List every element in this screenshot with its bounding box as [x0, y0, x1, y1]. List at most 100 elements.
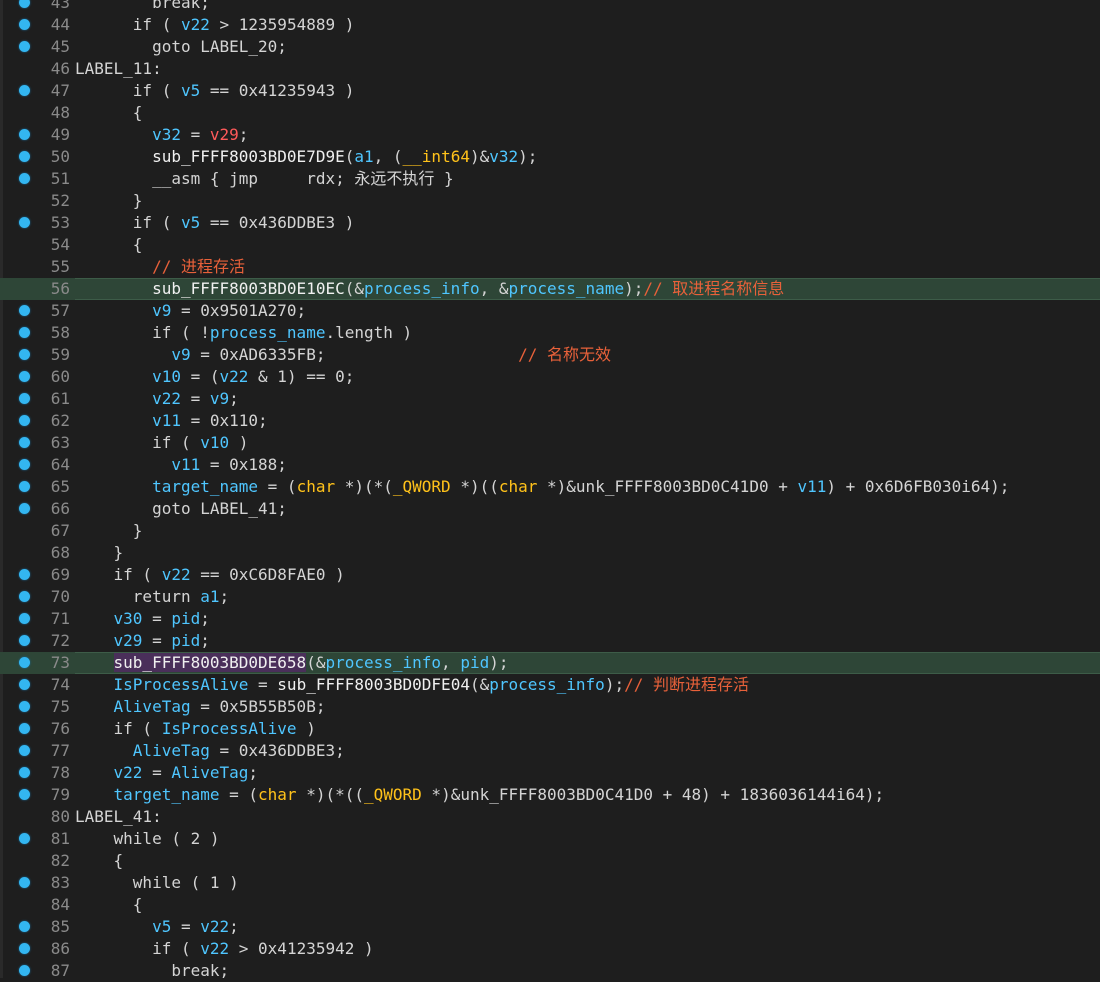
code-token[interactable]: if (: [133, 15, 181, 34]
code-token[interactable]: if (: [152, 433, 200, 452]
code-token[interactable]: [75, 389, 152, 408]
code-token[interactable]: = 0x436DDBE3;: [210, 741, 344, 760]
code-token[interactable]: v22: [220, 367, 249, 386]
code-token[interactable]: );: [518, 147, 537, 166]
code-token[interactable]: AliveTag: [114, 697, 191, 716]
code-token[interactable]: v9: [152, 301, 171, 320]
code-token[interactable]: v10: [200, 433, 229, 452]
code-token[interactable]: = (: [258, 477, 297, 496]
code-token[interactable]: process_info: [325, 653, 441, 672]
code-token[interactable]: while ( 1 ): [133, 873, 239, 892]
code-token[interactable]: {: [114, 851, 124, 870]
code-token[interactable]: [75, 103, 133, 122]
code-token[interactable]: [75, 0, 152, 12]
code-token[interactable]: = 0x9501A270;: [171, 301, 306, 320]
code-line[interactable]: 86 if ( v22 > 0x41235942 ): [0, 938, 1100, 960]
code-token[interactable]: [75, 565, 114, 584]
code-line[interactable]: 59 v9 = 0xAD6335FB; // 名称无效: [0, 344, 1100, 366]
code-token[interactable]: AliveTag: [171, 763, 248, 782]
code-line[interactable]: 79 target_name = (char *)(*((_QWORD *)&u…: [0, 784, 1100, 806]
code-token[interactable]: ): [229, 433, 249, 452]
code-token[interactable]: [75, 631, 114, 650]
code-text[interactable]: sub_FFFF8003BD0E7D9E(a1, (__int64)&v32);: [75, 146, 537, 168]
breakpoint-dot-icon[interactable]: [19, 745, 30, 756]
breakpoint-dot-icon[interactable]: [19, 151, 30, 162]
code-text[interactable]: break;: [75, 0, 210, 14]
code-token[interactable]: [75, 697, 114, 716]
code-token[interactable]: .length ): [325, 323, 412, 342]
breakpoint-dot-icon[interactable]: [19, 503, 30, 514]
code-token[interactable]: process_info: [489, 675, 605, 694]
code-token[interactable]: );: [624, 279, 643, 298]
code-token[interactable]: = 0xAD6335FB;: [191, 345, 519, 364]
code-text[interactable]: {: [75, 102, 143, 124]
code-token[interactable]: }: [133, 191, 143, 210]
code-token[interactable]: [75, 917, 152, 936]
code-token[interactable]: v22: [114, 763, 143, 782]
code-token[interactable]: ;: [239, 125, 249, 144]
code-token[interactable]: *)((: [451, 477, 499, 496]
breakpoint-dot-icon[interactable]: [19, 591, 30, 602]
code-token[interactable]: > 0x41235942 ): [229, 939, 374, 958]
code-text[interactable]: {: [75, 234, 143, 256]
code-token[interactable]: _QWORD: [364, 785, 422, 804]
code-line[interactable]: 48 {: [0, 102, 1100, 124]
code-text[interactable]: v32 = v29;: [75, 124, 248, 146]
code-token[interactable]: LABEL_41:: [75, 807, 162, 826]
code-token[interactable]: v11: [171, 455, 200, 474]
code-token[interactable]: IsProcessAlive: [162, 719, 297, 738]
code-text[interactable]: sub_FFFF8003BD0DE658(&process_info, pid)…: [75, 652, 508, 674]
code-text[interactable]: v22 = AliveTag;: [75, 762, 259, 784]
code-text[interactable]: AliveTag = 0x5B55B50B;: [75, 696, 326, 718]
code-line[interactable]: 80 LABEL_41:: [0, 806, 1100, 828]
code-token[interactable]: [75, 851, 114, 870]
code-line[interactable]: 85 v5 = v22;: [0, 916, 1100, 938]
code-text[interactable]: if ( v10 ): [75, 432, 248, 454]
code-text[interactable]: }: [75, 542, 124, 564]
code-token[interactable]: [75, 213, 133, 232]
code-line[interactable]: 46 LABEL_11:: [0, 58, 1100, 80]
code-token[interactable]: == 0x436DDBE3 ): [200, 213, 355, 232]
code-text[interactable]: if ( v22 > 0x41235942 ): [75, 938, 374, 960]
code-token[interactable]: return: [133, 587, 200, 606]
code-token[interactable]: [75, 763, 114, 782]
code-text[interactable]: if ( v22 == 0xC6D8FAE0 ): [75, 564, 345, 586]
code-token[interactable]: =: [142, 631, 171, 650]
code-token[interactable]: v29: [210, 125, 239, 144]
code-token[interactable]: {: [133, 895, 143, 914]
code-token[interactable]: =: [248, 675, 277, 694]
code-token[interactable]: char: [297, 477, 336, 496]
breakpoint-dot-icon[interactable]: [19, 877, 30, 888]
code-token[interactable]: [75, 521, 133, 540]
code-token[interactable]: [75, 719, 114, 738]
code-token[interactable]: ;: [229, 389, 239, 408]
code-token[interactable]: ,: [441, 653, 460, 672]
code-line[interactable]: 76 if ( IsProcessAlive ): [0, 718, 1100, 740]
code-token[interactable]: // 取进程名称信息: [643, 279, 784, 298]
code-token[interactable]: if (: [114, 719, 162, 738]
code-token[interactable]: _QWORD: [393, 477, 451, 496]
breakpoint-dot-icon[interactable]: [19, 41, 30, 52]
code-token[interactable]: break;: [152, 0, 210, 12]
code-token[interactable]: =: [181, 389, 210, 408]
code-token[interactable]: goto LABEL_41;: [152, 499, 287, 518]
code-line[interactable]: 72 v29 = pid;: [0, 630, 1100, 652]
code-token[interactable]: [75, 609, 114, 628]
breakpoint-dot-icon[interactable]: [19, 393, 30, 404]
breakpoint-dot-icon[interactable]: [19, 85, 30, 96]
code-text[interactable]: target_name = (char *)(*((_QWORD *)&unk_…: [75, 784, 885, 806]
code-line[interactable]: 70 return a1;: [0, 586, 1100, 608]
code-line[interactable]: 50 sub_FFFF8003BD0E7D9E(a1, (__int64)&v3…: [0, 146, 1100, 168]
code-token[interactable]: );: [489, 653, 508, 672]
code-text[interactable]: if ( v22 > 1235954889 ): [75, 14, 355, 36]
code-token[interactable]: AliveTag: [133, 741, 210, 760]
code-token[interactable]: [75, 477, 152, 496]
code-token[interactable]: // 判断进程存活: [624, 675, 749, 694]
breakpoint-dot-icon[interactable]: [19, 701, 30, 712]
code-token[interactable]: *)&unk_FFFF8003BD0C41D0 + 48) + 18360361…: [422, 785, 884, 804]
code-token[interactable]: =: [142, 763, 171, 782]
code-line[interactable]: 62 v11 = 0x110;: [0, 410, 1100, 432]
breakpoint-dot-icon[interactable]: [19, 19, 30, 30]
code-text[interactable]: LABEL_11:: [75, 58, 162, 80]
code-token[interactable]: , (: [374, 147, 403, 166]
